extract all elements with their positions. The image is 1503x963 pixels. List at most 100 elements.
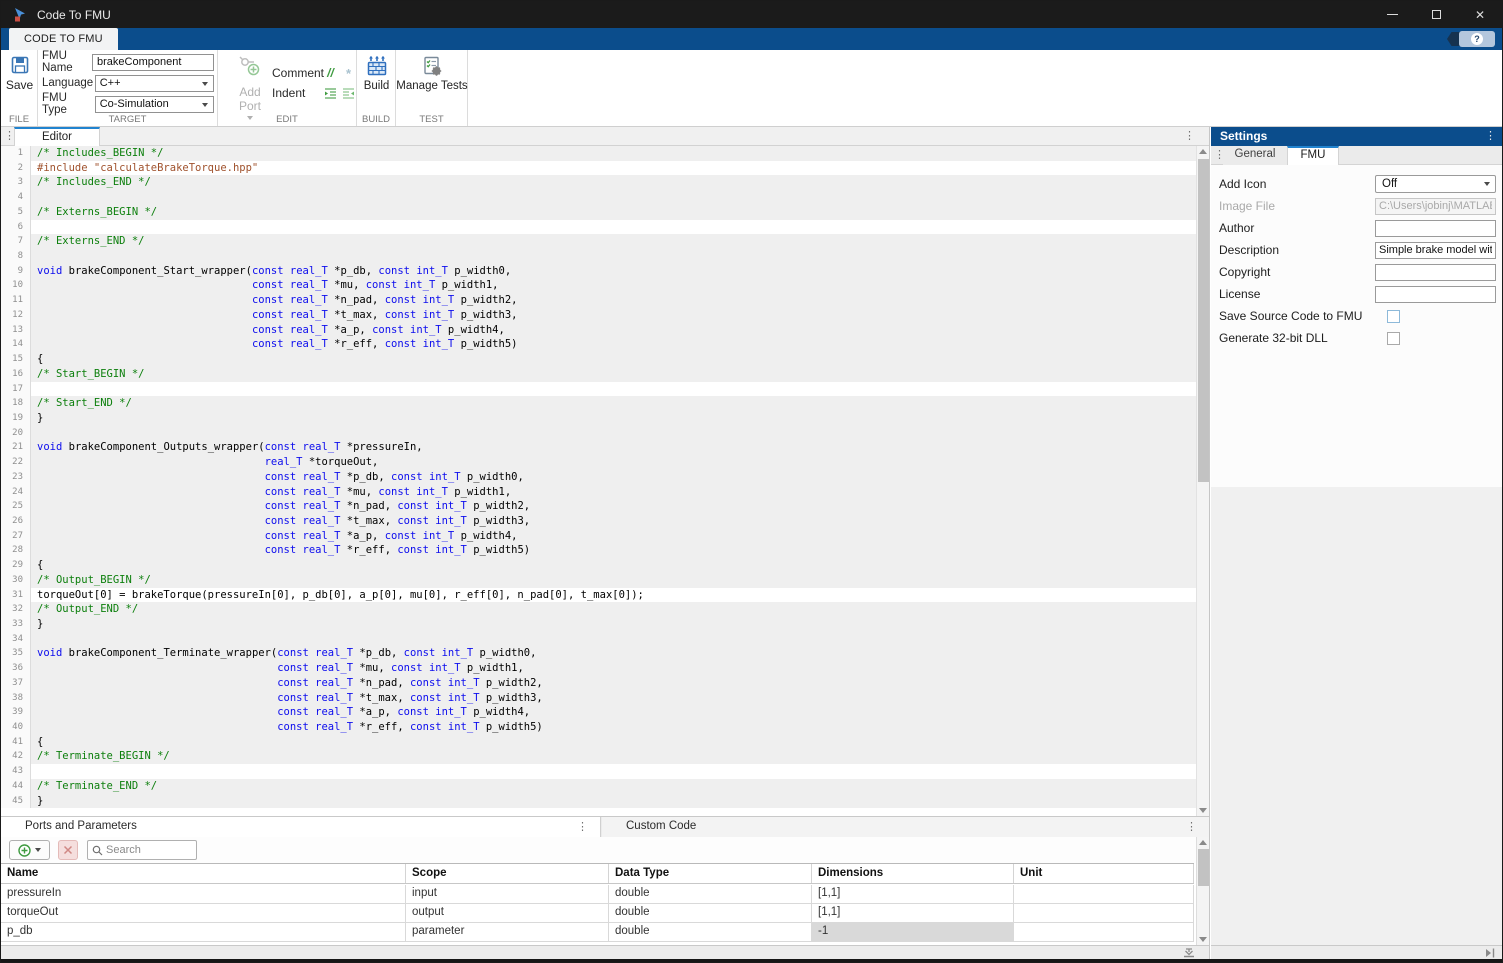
collapse-panel-icon[interactable]	[1183, 948, 1195, 958]
column-header-name[interactable]: Name	[1, 864, 406, 883]
line-number: 40	[1, 720, 31, 735]
line-number: 32	[1, 602, 31, 617]
table-row: pressureIninputdouble[1,1]	[1, 885, 1194, 904]
code-text[interactable]	[31, 220, 1209, 235]
tab-custom-code[interactable]: Custom Code ⋮	[602, 817, 1209, 838]
scrollbar-thumb[interactable]	[1198, 849, 1209, 886]
add-entry-button[interactable]	[9, 840, 50, 860]
code-line-41: 41{	[1, 735, 1209, 750]
line-number: 37	[1, 676, 31, 691]
delete-entry-button	[58, 840, 78, 860]
line-number: 42	[1, 749, 31, 764]
table-cell[interactable]: double	[609, 923, 812, 941]
table-cell[interactable]: p_db	[1, 923, 406, 941]
help-control[interactable]: ?	[1447, 31, 1495, 47]
table-cell[interactable]: output	[406, 904, 609, 922]
code-text[interactable]	[31, 382, 1209, 397]
column-header-data-type[interactable]: Data Type	[609, 864, 812, 883]
save-button[interactable]: Save	[1, 55, 38, 92]
code-line-21: 21void brakeComponent_Outputs_wrapper(co…	[1, 440, 1209, 455]
editor-menu-icon[interactable]: ⋮	[1184, 129, 1195, 142]
tab-code-to-fmu[interactable]: CODE TO FMU	[9, 28, 118, 50]
fmu-type-dropdown[interactable]: Co-Simulation	[95, 96, 214, 113]
tab-ports-and-parameters[interactable]: Ports and Parameters ⋮	[1, 817, 601, 838]
code-text[interactable]: torqueOut[0] = brakeTorque(pressureIn[0]…	[31, 588, 1209, 603]
description-input[interactable]	[1375, 242, 1496, 259]
table-cell[interactable]: input	[406, 885, 609, 903]
table-cell[interactable]: pressureIn	[1, 885, 406, 903]
scroll-down-icon[interactable]	[1199, 937, 1207, 942]
manage-tests-button[interactable]: Manage Tests	[396, 55, 468, 92]
generate-32bit-dll-checkbox[interactable]	[1387, 332, 1400, 345]
settings-row: Generate 32-bit DLL	[1211, 327, 1503, 349]
scroll-up-icon[interactable]	[1199, 840, 1207, 845]
tab-editor[interactable]: Editor	[14, 127, 100, 146]
build-button[interactable]: Build	[357, 55, 396, 92]
code-text: real_T *torqueOut,	[31, 455, 1209, 470]
section-label-build: BUILD	[357, 114, 395, 125]
author-input[interactable]	[1375, 220, 1496, 237]
column-header-unit[interactable]: Unit	[1014, 864, 1194, 883]
table-cell[interactable]: double	[609, 904, 812, 922]
table-scrollbar[interactable]	[1196, 837, 1209, 945]
help-button[interactable]: ?	[1459, 31, 1495, 47]
code-text: const real_T *t_max, const int_T p_width…	[31, 691, 1209, 706]
tab-fmu[interactable]: FMU	[1287, 146, 1339, 165]
table-cell[interactable]	[1014, 904, 1194, 922]
fmu-name-input[interactable]	[92, 54, 214, 71]
table-cell[interactable]: -1	[812, 923, 1014, 941]
code-line-20: 20	[1, 426, 1209, 441]
section-test: Manage Tests TEST	[396, 50, 468, 126]
add-icon-dropdown[interactable]: Off	[1375, 175, 1496, 193]
scrollbar-thumb[interactable]	[1198, 159, 1209, 482]
code-line-9: 9void brakeComponent_Start_wrapper(const…	[1, 264, 1209, 279]
ports-menu-icon[interactable]: ⋮	[577, 820, 588, 833]
expand-panel-icon[interactable]	[1485, 948, 1496, 958]
section-build: Build BUILD	[357, 50, 396, 126]
scroll-up-icon[interactable]	[1199, 149, 1207, 154]
table-cell[interactable]: double	[609, 885, 812, 903]
line-number: 6	[1, 220, 31, 235]
code-text: const real_T *n_pad, const int_T p_width…	[31, 293, 1209, 308]
code-line-39: 39 const real_T *a_p, const int_T p_widt…	[1, 705, 1209, 720]
line-number: 25	[1, 499, 31, 514]
license-input[interactable]	[1375, 286, 1496, 303]
line-number: 36	[1, 661, 31, 676]
minimize-button[interactable]	[1370, 1, 1414, 28]
search-input[interactable]	[106, 844, 191, 856]
comment-icon[interactable]: //	[323, 66, 338, 80]
indent-left-icon[interactable]	[323, 86, 338, 100]
code-text[interactable]	[31, 764, 1209, 779]
code-line-28: 28 const real_T *r_eff, const int_T p_wi…	[1, 543, 1209, 558]
save-source-code-to-fmu-checkbox[interactable]	[1387, 310, 1400, 323]
table-cell[interactable]: torqueOut	[1, 904, 406, 922]
toolstrip: Save FILE FMU Name Language C++ FMU Type…	[1, 50, 1502, 127]
code-text[interactable]: #include "calculateBrakeTorque.hpp"	[31, 161, 1209, 176]
copyright-input[interactable]	[1375, 264, 1496, 281]
table-cell[interactable]	[1014, 885, 1194, 903]
maximize-button[interactable]	[1414, 1, 1458, 28]
table-cell[interactable]: parameter	[406, 923, 609, 941]
table-cell[interactable]: [1,1]	[812, 904, 1014, 922]
line-number: 27	[1, 529, 31, 544]
custom-code-menu-icon[interactable]: ⋮	[1186, 820, 1197, 833]
indent-label: Indent	[272, 86, 320, 100]
table-cell[interactable]: [1,1]	[812, 885, 1014, 903]
column-header-dimensions[interactable]: Dimensions	[812, 864, 1014, 883]
editor-scrollbar[interactable]	[1196, 146, 1209, 816]
ribbon-tab-strip: CODE TO FMU ?	[1, 28, 1502, 50]
close-button[interactable]: ✕	[1458, 1, 1502, 28]
line-number: 30	[1, 573, 31, 588]
section-edit: Add Port Comment // * Indent EDIT	[218, 50, 357, 126]
tab-general[interactable]: General	[1223, 146, 1287, 165]
code-editor[interactable]: 1/* Includes_BEGIN */2#include "calculat…	[1, 146, 1209, 816]
column-header-scope[interactable]: Scope	[406, 864, 609, 883]
line-number: 20	[1, 426, 31, 441]
scroll-down-icon[interactable]	[1199, 808, 1207, 813]
code-line-29: 29{	[1, 558, 1209, 573]
settings-menu-icon[interactable]: ⋮	[1485, 129, 1496, 142]
search-box[interactable]	[87, 840, 197, 860]
language-dropdown[interactable]: C++	[95, 75, 214, 92]
table-cell[interactable]	[1014, 923, 1194, 941]
indent-right-icon[interactable]	[341, 86, 356, 100]
